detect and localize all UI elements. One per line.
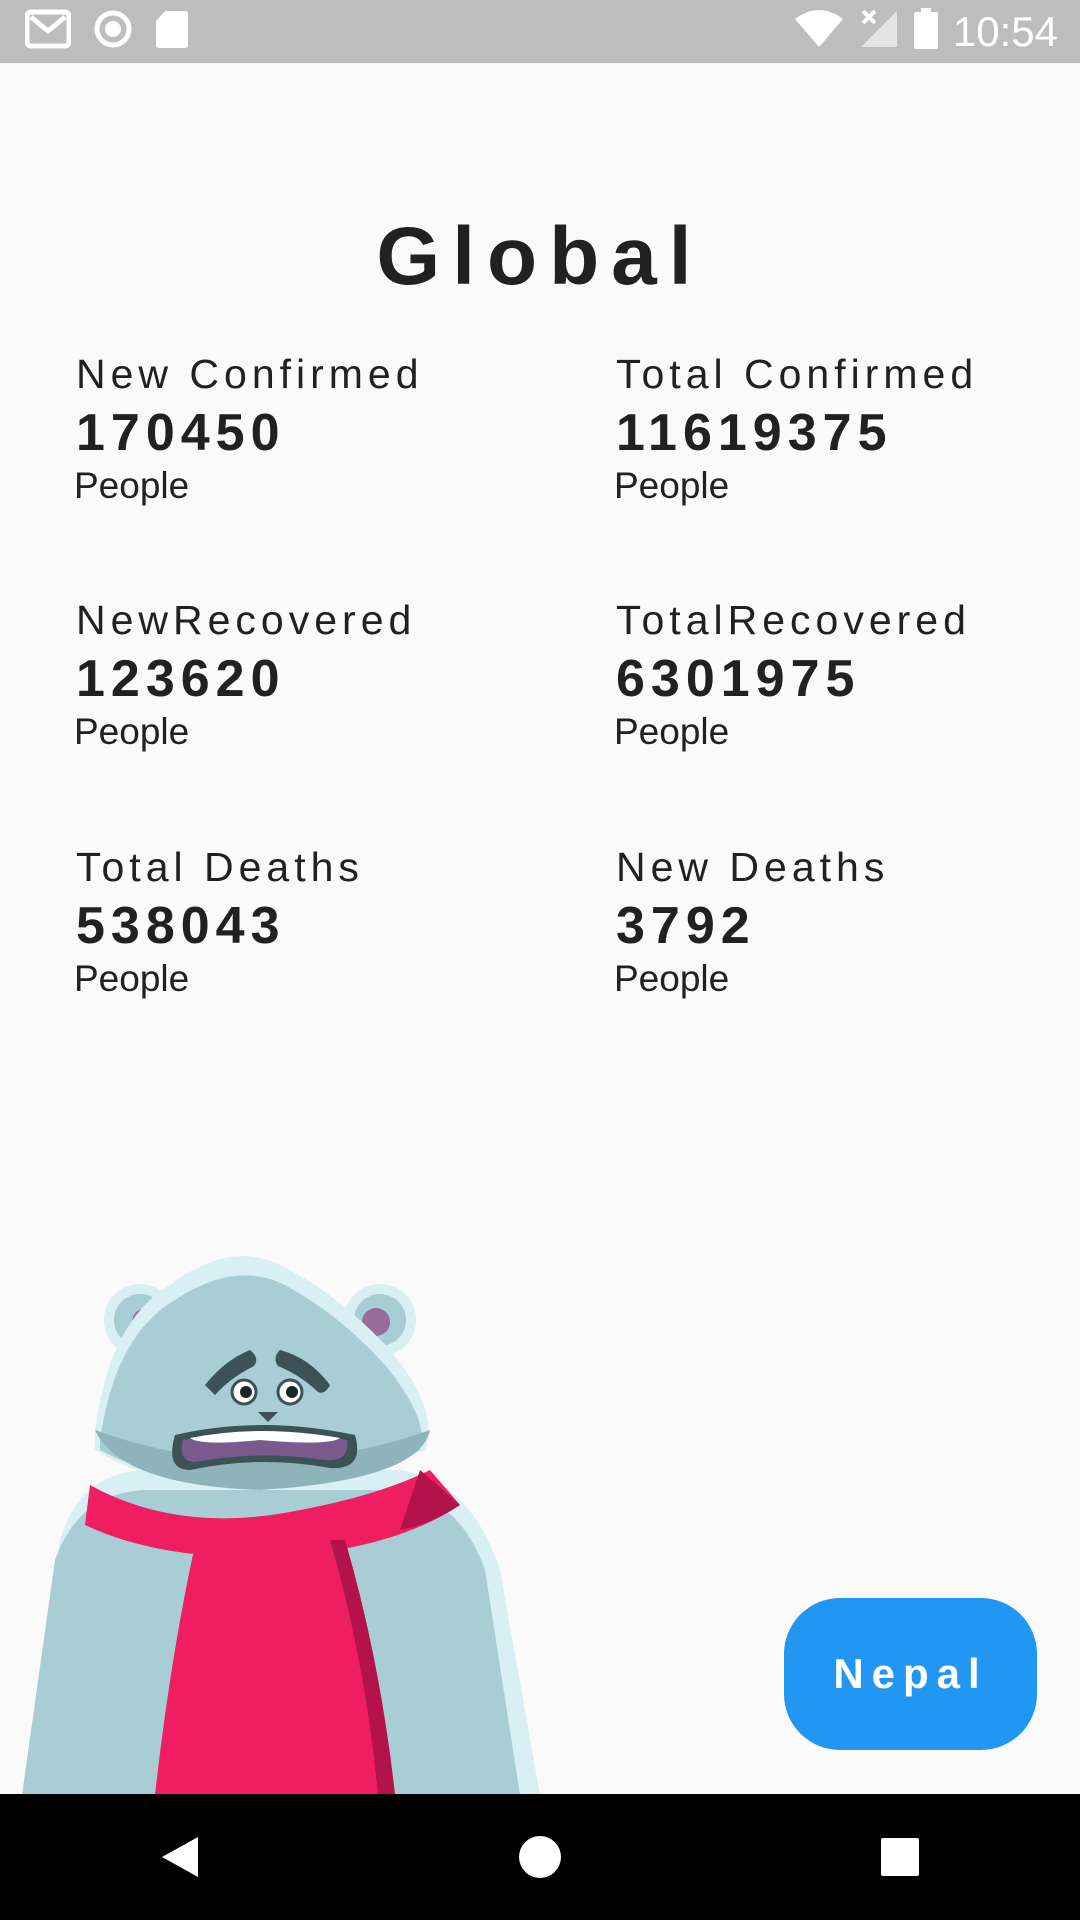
stat-unit: People: [74, 465, 190, 506]
worried-bear-illustration: [22, 1256, 540, 1795]
recents-icon: [881, 1838, 919, 1876]
stat-value: 538043: [76, 897, 286, 955]
status-bar: 10:54: [0, 0, 1080, 63]
stat-unit: People: [74, 711, 190, 752]
stat-label: New Confirmed: [76, 351, 424, 397]
back-icon: [162, 1837, 198, 1877]
record-icon: [93, 9, 133, 54]
stat-label: New Deaths: [616, 844, 890, 890]
stat-unit: People: [614, 465, 730, 506]
no-signal-icon: [859, 9, 899, 54]
back-button[interactable]: [120, 1807, 240, 1907]
stat-value: 3792: [616, 897, 756, 955]
home-icon: [519, 1836, 561, 1878]
stat-label: NewRecovered: [76, 597, 417, 643]
gmail-icon: [24, 9, 72, 54]
stat-total-deaths: Total Deaths 538043 People: [74, 843, 516, 1001]
stat-label: Total Deaths: [76, 844, 364, 890]
stat-total-confirmed: Total Confirmed 11619375 People: [614, 350, 1056, 508]
stat-new-deaths: New Deaths 3792 People: [614, 843, 1056, 1001]
stat-value: 123620: [76, 650, 286, 708]
stat-label: TotalRecovered: [616, 597, 971, 643]
stat-new-recovered: NewRecovered 123620 People: [74, 596, 516, 754]
stat-new-confirmed: New Confirmed 170450 People: [74, 350, 516, 508]
stat-unit: People: [614, 711, 730, 752]
nepal-button[interactable]: Nepal: [784, 1598, 1037, 1750]
stat-total-recovered: TotalRecovered 6301975 People: [614, 596, 1056, 754]
home-button[interactable]: [480, 1807, 600, 1907]
stat-value: 11619375: [616, 404, 893, 462]
stat-label: Total Confirmed: [616, 351, 979, 397]
page-title: Global: [376, 211, 704, 302]
stat-value: 170450: [76, 404, 286, 462]
battery-icon: [913, 8, 939, 55]
recents-button[interactable]: [840, 1807, 960, 1907]
stat-unit: People: [614, 958, 730, 999]
sd-card-icon: [155, 9, 189, 54]
stat-value: 6301975: [616, 650, 861, 708]
stat-unit: People: [74, 958, 190, 999]
navigation-bar: [0, 1794, 1080, 1920]
clock: 10:54: [952, 7, 1058, 55]
wifi-icon: [793, 9, 845, 54]
